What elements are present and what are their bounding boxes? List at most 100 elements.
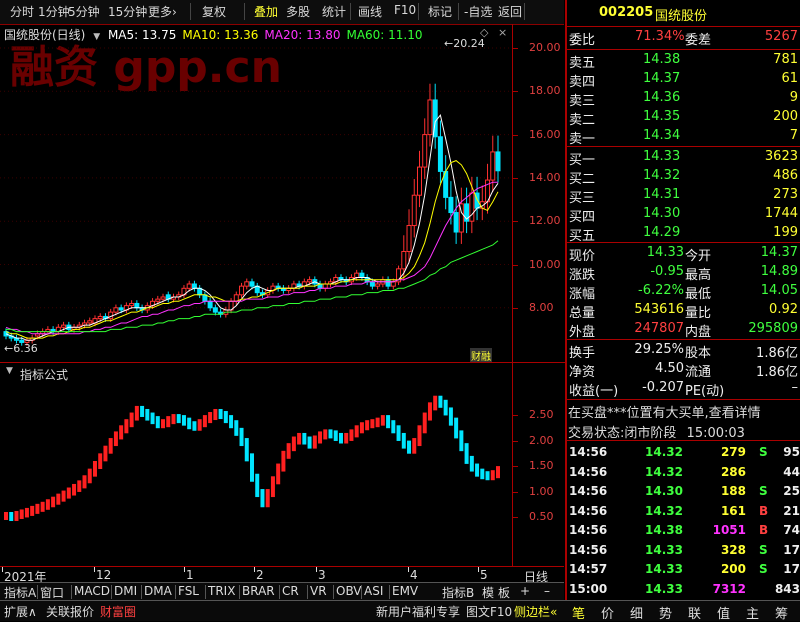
- arrow-icon: ←: [4, 342, 14, 355]
- big-order-notice[interactable]: 在买盘***位置有大买单,查看详情: [568, 402, 761, 421]
- tab-separator: [239, 585, 240, 599]
- stock-name: 国统股份: [655, 9, 708, 24]
- price-tick: 12.00: [529, 214, 561, 228]
- indicator-tab[interactable]: –: [544, 584, 550, 598]
- bottom-link[interactable]: 扩展∧: [4, 603, 37, 620]
- ma-label: MA20: 13.80: [264, 28, 341, 42]
- indicator-tab[interactable]: 指标A: [4, 584, 36, 601]
- indicator-tab[interactable]: +: [520, 584, 530, 598]
- toolbar-item[interactable]: 画线: [358, 3, 382, 20]
- bottom-link[interactable]: 图文F10: [466, 603, 512, 620]
- bottom-link[interactable]: 财富圈: [100, 603, 136, 620]
- candle: [469, 192, 475, 222]
- date-tick: [478, 567, 479, 572]
- toolbar-item[interactable]: -自选: [464, 3, 492, 20]
- toolbar-item[interactable]: 多股: [286, 3, 310, 20]
- main-kline-chart[interactable]: 融资 gpp.cn 国统股份(日线) ▼ MA5: 13.75 MA10: 13.…: [0, 24, 512, 363]
- ma-line-ma20: [5, 181, 498, 335]
- toolbar-item[interactable]: F10: [394, 3, 416, 17]
- panel-tab[interactable]: 势: [659, 603, 672, 622]
- indicator-bar: [61, 490, 66, 502]
- indicator-bar: [202, 415, 207, 428]
- indicator-bar: [197, 419, 202, 431]
- toolbar-item[interactable]: 标记: [428, 3, 452, 20]
- toolbar-item[interactable]: 返回: [498, 3, 522, 20]
- stat-row: 外盘 247807 内盘 295809: [569, 321, 798, 340]
- price-axis: 20.00 18.00 16.00 14.00 12.00 10.00 8.00: [512, 24, 565, 362]
- indicator-bar: [469, 455, 474, 472]
- indicator-bar: [82, 475, 87, 489]
- indicator-tab[interactable]: 模: [482, 584, 494, 601]
- panel-tab[interactable]: 细: [630, 603, 643, 622]
- indicator-tab[interactable]: 板: [498, 584, 510, 601]
- indicator-tab[interactable]: EMV: [392, 584, 418, 598]
- order-book-row: 卖三 14.36 9: [569, 90, 798, 109]
- indicator-tab[interactable]: ASI: [364, 584, 383, 598]
- finance-badge[interactable]: 财融: [470, 348, 492, 363]
- indicator-bar: [401, 432, 406, 449]
- toolbar-item[interactable]: 分时: [10, 3, 34, 20]
- toolbar-item[interactable]: 15分钟: [108, 3, 147, 20]
- indicator-tab[interactable]: OBV: [336, 584, 362, 598]
- candle: [416, 166, 422, 196]
- date-tick: [254, 567, 255, 572]
- indicator-tab[interactable]: 指标B: [442, 584, 474, 601]
- candle: [427, 99, 433, 136]
- indicator-tab[interactable]: 窗口: [40, 584, 64, 601]
- tab-separator: [361, 585, 362, 599]
- indicator-bar: [359, 422, 364, 434]
- panel-tab[interactable]: 筹: [775, 603, 788, 622]
- indicator-tab[interactable]: DMA: [144, 584, 172, 598]
- indicator-tab[interactable]: DMI: [114, 584, 137, 598]
- indicator-bar: [98, 453, 103, 469]
- candle: [244, 281, 250, 287]
- toolbar-item[interactable]: 1分钟: [38, 3, 70, 20]
- bottom-link[interactable]: 关联报价: [46, 603, 94, 620]
- candle: [406, 225, 412, 253]
- toolbar-item[interactable]: 更多›: [148, 3, 177, 20]
- indicator-bar: [265, 489, 270, 508]
- indicator-chart[interactable]: [0, 382, 512, 566]
- tick-mark: [513, 91, 518, 93]
- chevron-down-icon[interactable]: ▼: [6, 366, 13, 376]
- indicator-tab[interactable]: VR: [310, 584, 327, 598]
- kline-svg: 融资 gpp.cn: [0, 42, 512, 346]
- toolbar-item[interactable]: 统计: [322, 3, 346, 20]
- date-tick: [184, 567, 185, 572]
- indicator-header: ▼ 指标公式: [0, 362, 512, 383]
- panel-tab[interactable]: 价: [601, 603, 614, 622]
- candle: [186, 283, 192, 289]
- indicator-tab[interactable]: BRAR: [242, 584, 275, 598]
- panel-tab[interactable]: 值: [717, 603, 730, 622]
- indicator-tab[interactable]: TRIX: [208, 584, 235, 598]
- indicator-bar: [380, 415, 385, 426]
- toolbar-item[interactable]: 叠加: [254, 3, 278, 20]
- candle: [401, 251, 407, 270]
- date-label: 12: [96, 568, 112, 582]
- bottom-link[interactable]: 侧边栏«: [514, 603, 557, 620]
- panel-tab[interactable]: 联: [688, 603, 701, 622]
- chart-dropdown-icon[interactable]: ▼: [93, 32, 100, 42]
- toolbar-item[interactable]: 复权: [202, 3, 226, 20]
- panel-tab[interactable]: 笔: [572, 603, 585, 622]
- toolbar-item[interactable]: 5分钟: [68, 3, 100, 20]
- indicator-bar: [150, 412, 155, 425]
- candle: [495, 151, 501, 172]
- indicator-tab[interactable]: MACD: [74, 584, 110, 598]
- indicator-bar: [276, 463, 281, 485]
- indicator-bar: [338, 432, 343, 444]
- panel-tab[interactable]: 主: [746, 603, 759, 622]
- tick-mark: [513, 264, 518, 266]
- close-icon[interactable]: ×: [498, 26, 507, 39]
- indicator-bar: [19, 509, 24, 519]
- indicator-tab[interactable]: FSL: [178, 584, 199, 598]
- toolbar-separator: [524, 3, 525, 20]
- tab-separator: [37, 585, 38, 599]
- candle: [134, 302, 140, 309]
- candle: [307, 279, 313, 283]
- order-book-row: 卖五 14.38 781: [569, 52, 798, 71]
- bottom-link[interactable]: 新用户福利专享: [376, 603, 460, 620]
- indicator-tab[interactable]: CR: [282, 584, 299, 598]
- divider: [567, 399, 800, 400]
- indicator-bar: [124, 419, 129, 434]
